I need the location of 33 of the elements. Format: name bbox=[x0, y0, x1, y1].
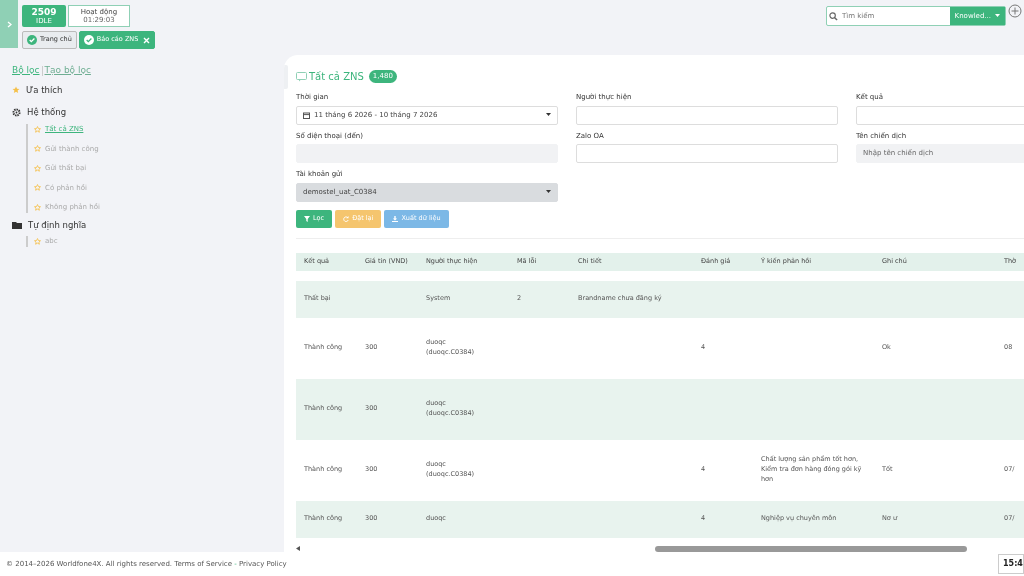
caret-icon bbox=[995, 14, 1000, 18]
filter-icon bbox=[304, 215, 310, 222]
check-circle-icon bbox=[83, 35, 94, 45]
star-outline-icon[interactable] bbox=[34, 125, 41, 133]
add-icon[interactable] bbox=[1008, 4, 1022, 18]
clock: 15:4 bbox=[998, 554, 1024, 574]
chat-icon bbox=[296, 71, 307, 82]
star-outline-icon[interactable] bbox=[34, 145, 41, 153]
caret-icon bbox=[546, 113, 551, 117]
chevron-right-icon bbox=[6, 20, 12, 28]
star-outline-icon[interactable] bbox=[34, 203, 41, 211]
group-label: Tự định nghĩa bbox=[28, 218, 87, 232]
caret-icon bbox=[546, 190, 551, 194]
star-outline-icon[interactable] bbox=[34, 238, 41, 245]
folder-icon bbox=[12, 220, 22, 229]
star-icon bbox=[12, 85, 20, 94]
check-circle-icon bbox=[27, 35, 37, 45]
page-title: Tất cả ZNS bbox=[309, 70, 364, 84]
group-label: Hệ thống bbox=[27, 106, 67, 119]
calendar-icon bbox=[303, 111, 310, 119]
star-outline-icon[interactable] bbox=[34, 184, 41, 192]
close-icon[interactable] bbox=[143, 36, 151, 44]
input-field[interactable] bbox=[576, 144, 838, 163]
search-icon bbox=[829, 11, 838, 21]
refresh-icon bbox=[343, 215, 350, 222]
input-field[interactable] bbox=[856, 105, 1024, 125]
download-icon bbox=[392, 215, 399, 222]
star-outline-icon[interactable] bbox=[34, 164, 41, 172]
scrollbar-thumb[interactable] bbox=[655, 545, 967, 552]
input-field[interactable] bbox=[576, 105, 838, 125]
group-label: Ưa thích bbox=[26, 83, 63, 97]
expand-toggle[interactable] bbox=[0, 0, 18, 48]
gear-icon bbox=[12, 108, 21, 118]
